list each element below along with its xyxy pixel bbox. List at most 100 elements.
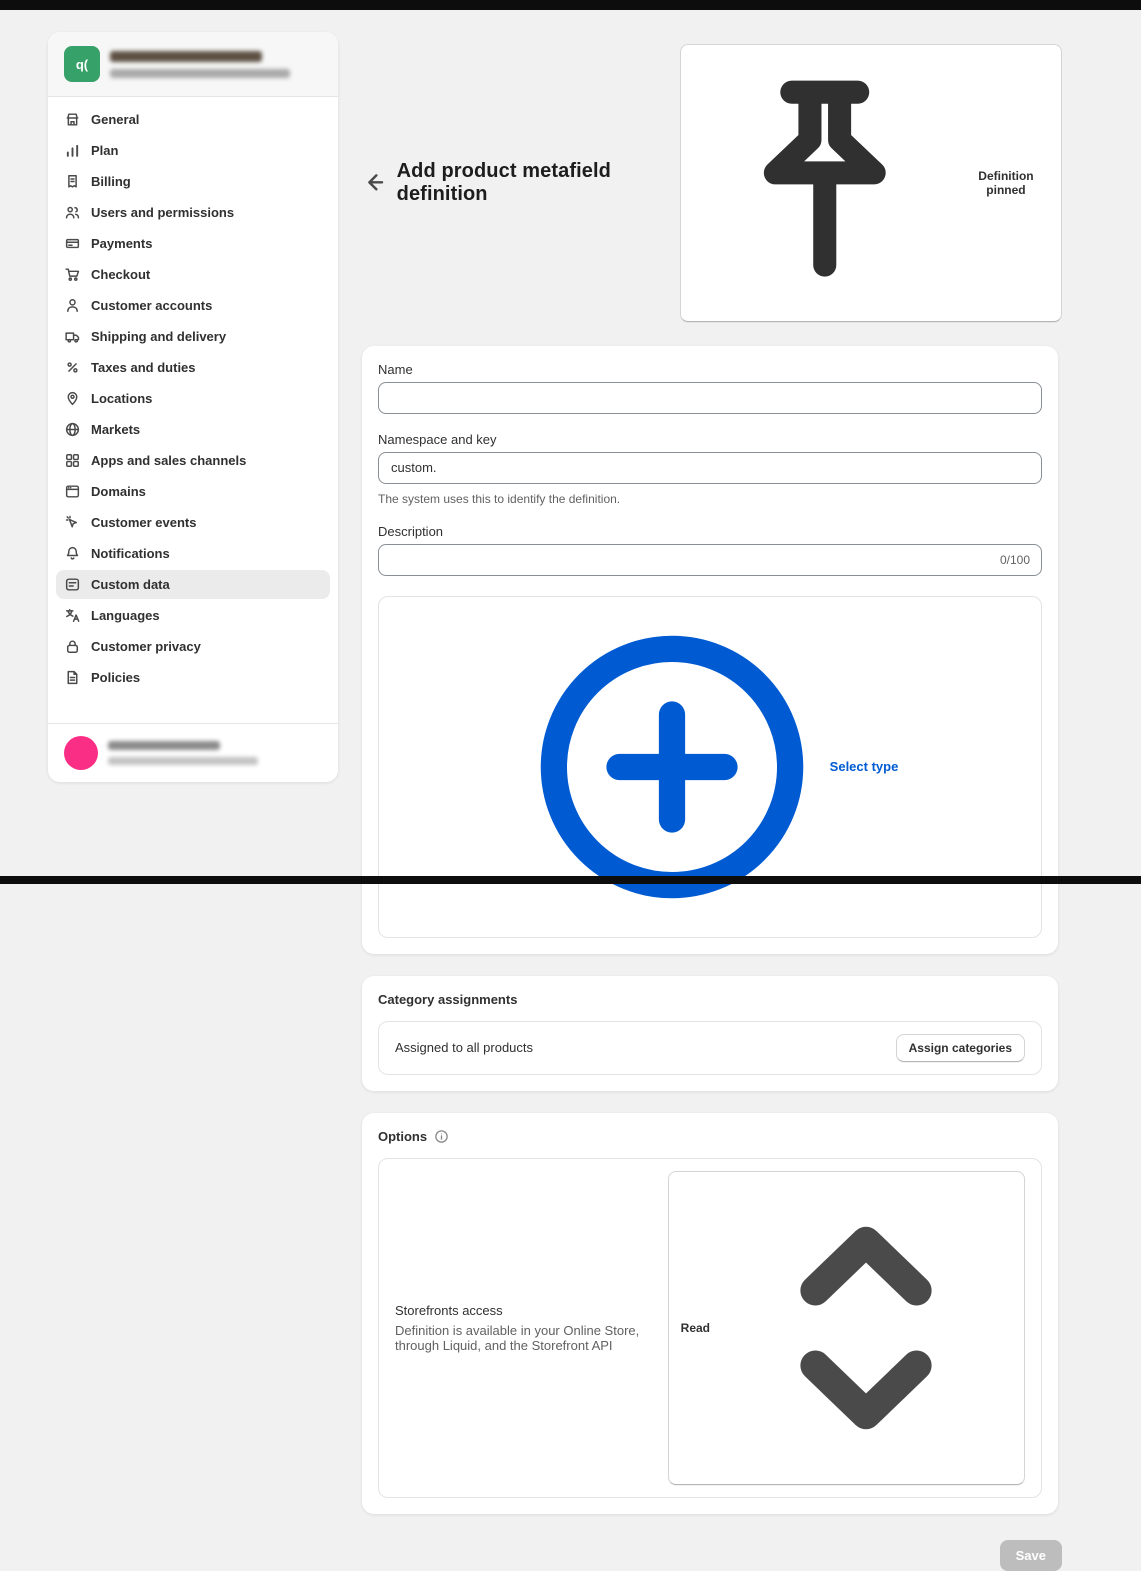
settings-menu: General Plan Billing Users and permissions P… [48,97,338,723]
payments-icon [64,235,81,252]
sidebar-item-domains[interactable]: Domains [56,477,330,506]
select-type-label: Select type [830,759,899,774]
plus-circle-icon [522,617,822,917]
storefronts-access-value: Read [681,1321,710,1335]
languages-icon [64,607,81,624]
page-header: Add product metafield definition Definit… [362,44,1062,322]
back-arrow-icon [362,170,387,195]
browser-bottom-bar [0,876,1141,884]
sidebar-item-general[interactable]: General [56,105,330,134]
sidebar-item-label: Apps and sales channels [91,453,246,468]
store-icon [64,111,81,128]
data-icon [64,576,81,593]
description-input-wrap: 0/100 [378,544,1042,576]
options-title: Options [378,1129,427,1144]
sidebar-item-label: Users and permissions [91,205,234,220]
storefronts-access-text: Storefronts access Definition is availab… [395,1303,656,1353]
sidebar-item-payments[interactable]: Payments [56,229,330,258]
sidebar-item-label: Custom data [91,577,170,592]
sidebar-item-plan[interactable]: Plan [56,136,330,165]
assign-categories-label: Assign categories [909,1041,1012,1055]
cursor-icon [64,514,81,531]
policies-icon [64,669,81,686]
sidebar-item-markets[interactable]: Markets [56,415,330,444]
sidebar-item-custom-data[interactable]: Custom data [56,570,330,599]
pin-icon [693,51,957,315]
definition-pinned-button[interactable]: Definition pinned [680,44,1062,322]
sidebar-item-billing[interactable]: Billing [56,167,330,196]
sidebar-item-label: Plan [91,143,118,158]
apps-icon [64,452,81,469]
sidebar-item-label: Languages [91,608,160,623]
up-down-chevron-icon [716,1178,1016,1478]
lock-icon [64,638,81,655]
plan-icon [64,142,81,159]
sidebar-item-customer-privacy[interactable]: Customer privacy [56,632,330,661]
sidebar-item-apps-and-sales-channels[interactable]: Apps and sales channels [56,446,330,475]
sidebar-item-label: Notifications [91,546,170,561]
sidebar-item-taxes-and-duties[interactable]: Taxes and duties [56,353,330,382]
sidebar-item-label: Customer accounts [91,298,212,313]
user-meta [108,741,258,765]
category-assignments-card: Category assignments Assigned to all pro… [362,976,1058,1091]
checkout-icon [64,266,81,283]
pin-icon [64,390,81,407]
definition-pinned-label: Definition pinned [963,169,1049,197]
user-avatar [64,736,98,770]
assigned-products-text: Assigned to all products [395,1040,533,1055]
description-field: Description 0/100 [378,524,1042,576]
store-avatar: q( [64,46,100,82]
back-button[interactable] [362,169,387,197]
user-footer[interactable] [48,723,338,782]
users-icon [64,204,81,221]
globe-icon [64,421,81,438]
user-name-redacted [108,741,220,750]
sidebar-item-customer-accounts[interactable]: Customer accounts [56,291,330,320]
store-meta [110,51,290,78]
options-card: Options Storefronts access Definition is… [362,1113,1058,1514]
page-title: Add product metafield definition [397,160,671,206]
sidebar-item-customer-events[interactable]: Customer events [56,508,330,537]
description-input[interactable] [378,544,1042,576]
select-type-button[interactable]: Select type [378,596,1042,938]
storefronts-access-select[interactable]: Read [668,1171,1025,1485]
category-assignments-row: Assigned to all products Assign categori… [378,1021,1042,1075]
settings-sidebar: q( General Plan Billing Users and permissio… [48,32,338,782]
sidebar-item-locations[interactable]: Locations [56,384,330,413]
namespace-field: Namespace and key The system uses this t… [378,432,1042,506]
settings-layout: q( General Plan Billing Users and permissio… [0,10,1141,876]
name-input[interactable] [378,382,1042,414]
sidebar-item-label: Checkout [91,267,150,282]
info-icon[interactable] [434,1129,449,1144]
user-email-redacted [108,757,258,765]
definition-form-card: Name Namespace and key The system uses t… [362,346,1058,954]
namespace-label: Namespace and key [378,432,1042,447]
name-label: Name [378,362,1042,377]
sidebar-item-notifications[interactable]: Notifications [56,539,330,568]
sidebar-item-shipping-and-delivery[interactable]: Shipping and delivery [56,322,330,351]
assign-categories-button[interactable]: Assign categories [896,1034,1025,1062]
sidebar-item-label: Markets [91,422,140,437]
namespace-key-input[interactable] [378,452,1042,484]
main-content: Add product metafield definition Definit… [362,10,1062,876]
storefronts-access-title: Storefronts access [395,1303,656,1318]
sidebar-item-languages[interactable]: Languages [56,601,330,630]
store-name-redacted [110,51,262,62]
save-button[interactable]: Save [1000,1540,1062,1571]
domains-icon [64,483,81,500]
namespace-help-text: The system uses this to identify the def… [378,492,1042,506]
sidebar-item-checkout[interactable]: Checkout [56,260,330,289]
taxes-icon [64,359,81,376]
sidebar-item-label: Taxes and duties [91,360,196,375]
billing-icon [64,173,81,190]
category-assignments-title: Category assignments [378,992,1042,1007]
sidebar-item-label: General [91,112,139,127]
store-email-redacted [110,69,290,78]
sidebar-item-label: Domains [91,484,146,499]
bell-icon [64,545,81,562]
sidebar-item-users-and-permissions[interactable]: Users and permissions [56,198,330,227]
store-header[interactable]: q( [48,32,338,97]
sidebar-item-policies[interactable]: Policies [56,663,330,692]
person-icon [64,297,81,314]
description-label: Description [378,524,1042,539]
